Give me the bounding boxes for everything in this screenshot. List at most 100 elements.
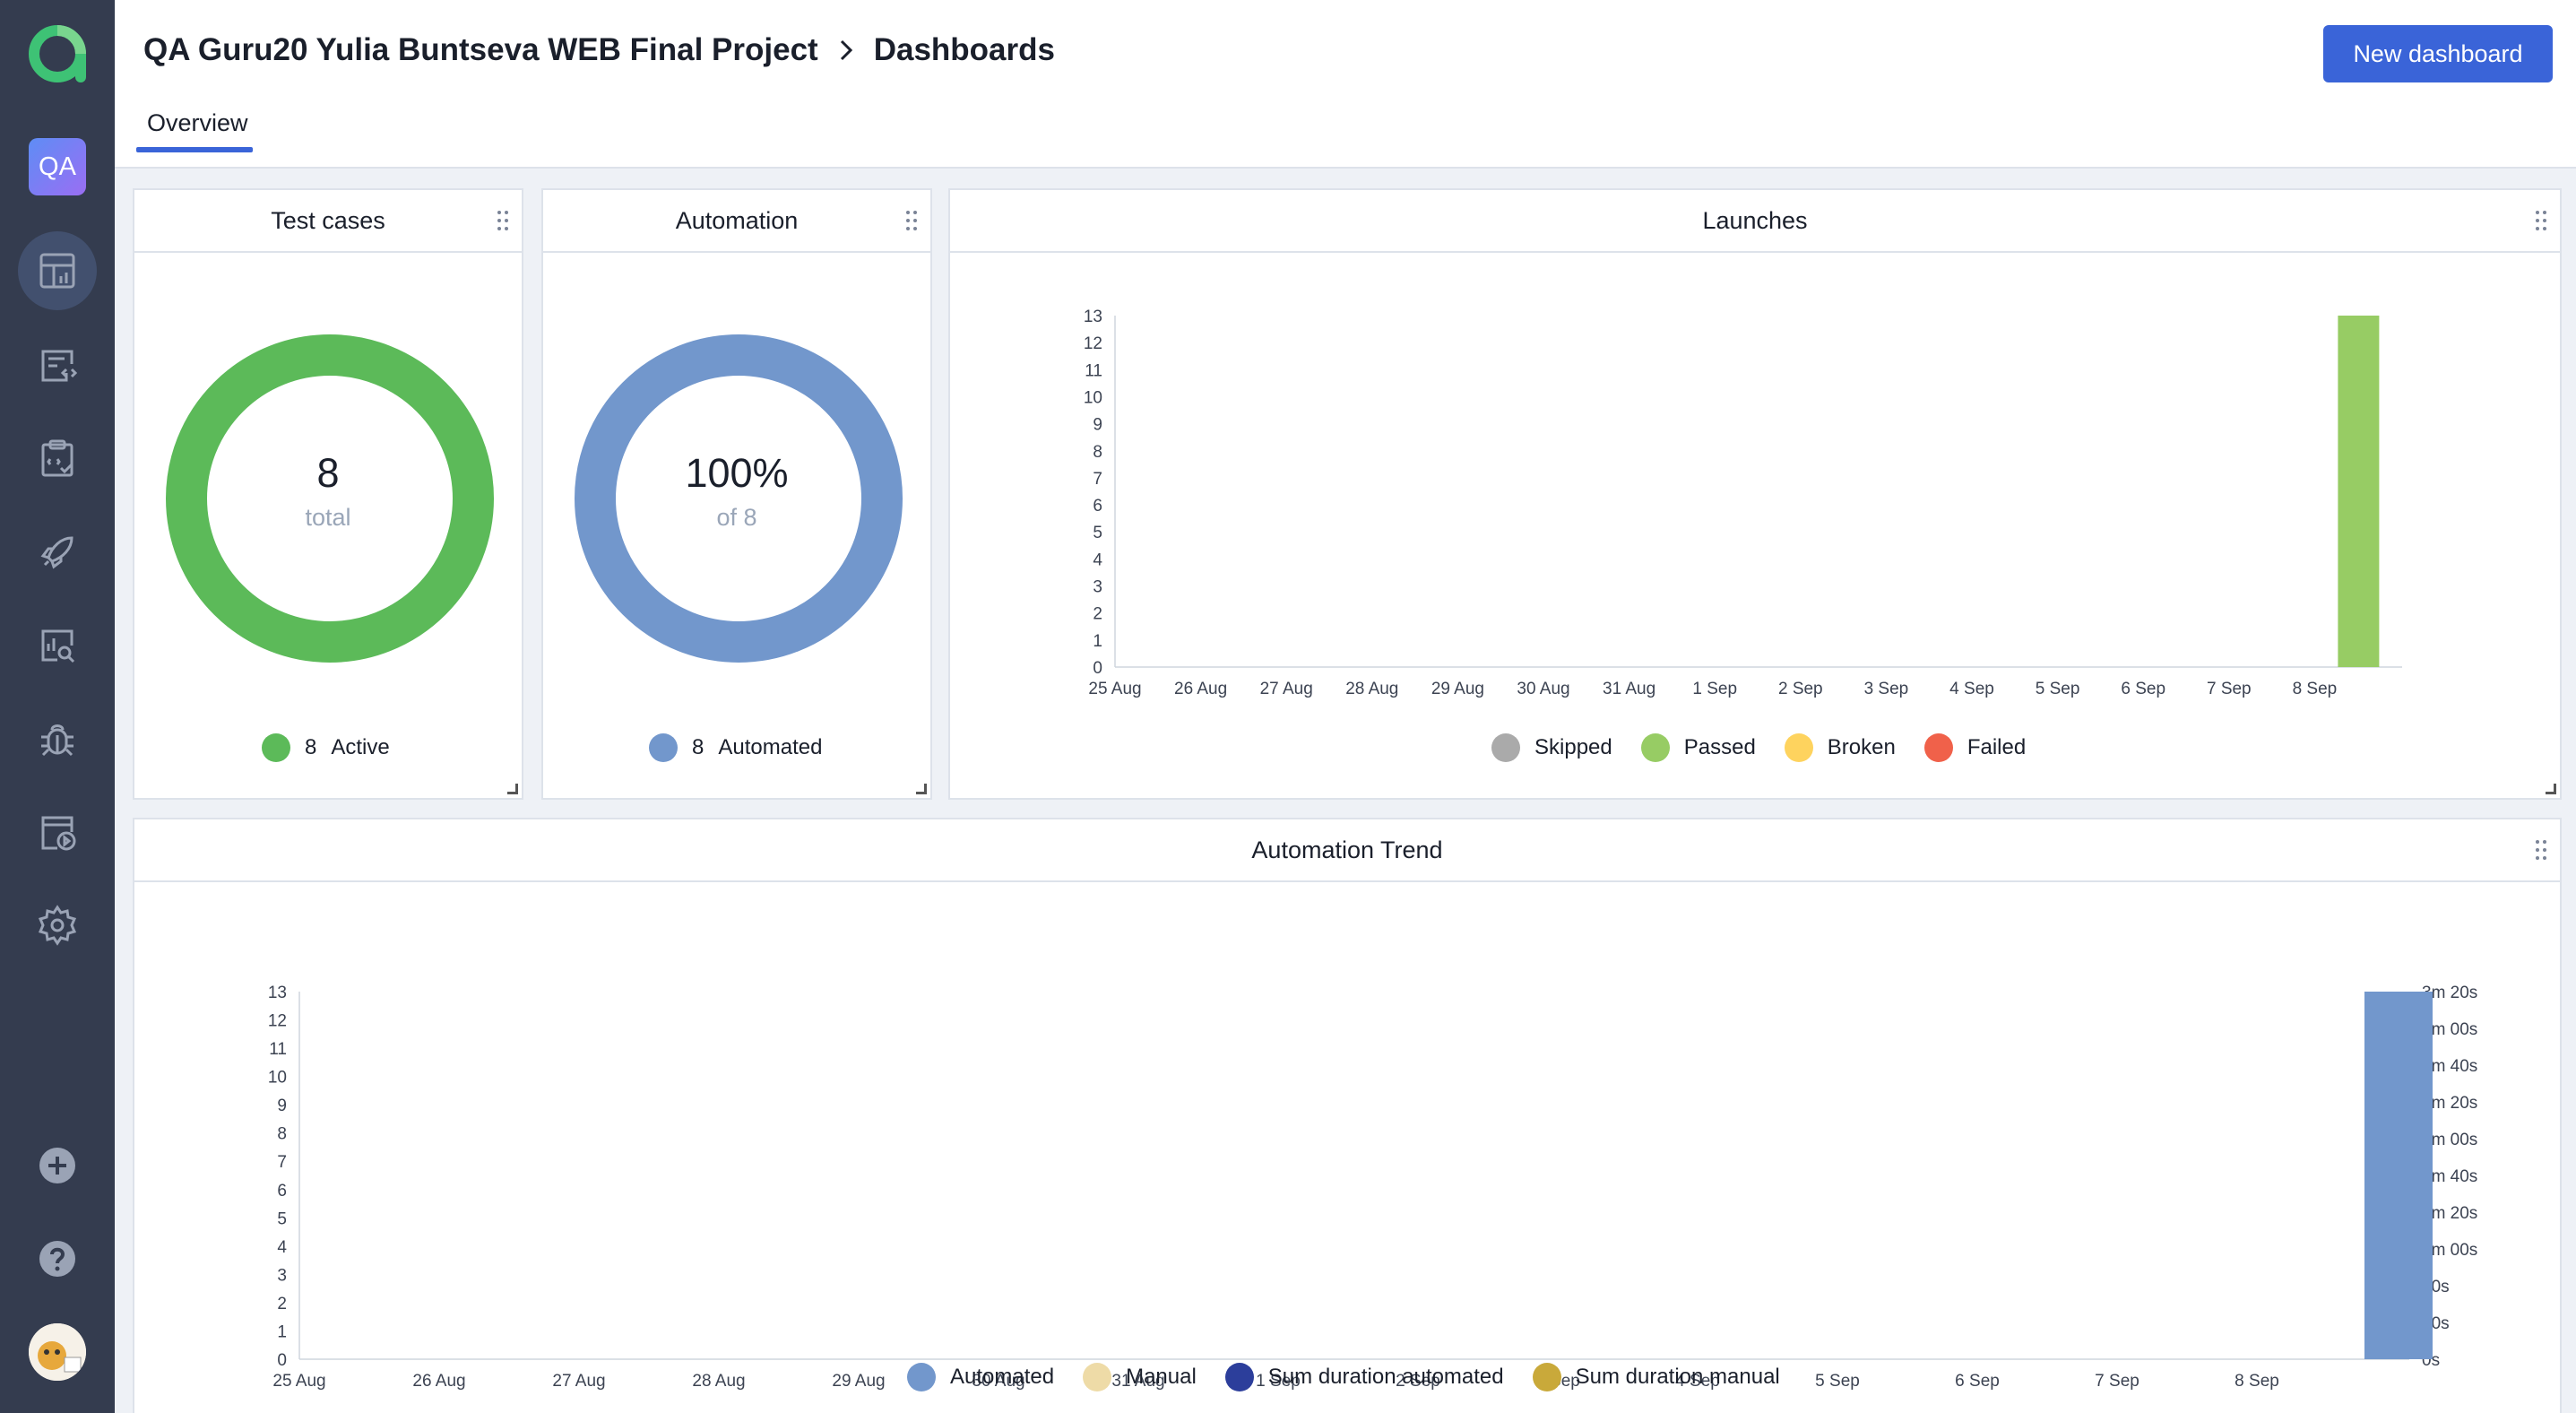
page-header: QA Guru20 Yulia Buntseva WEB Final Proje… <box>115 0 2576 169</box>
y-tick-label: 9 <box>1093 416 1102 435</box>
test-plans-icon <box>41 439 73 477</box>
breadcrumb: QA Guru20 Yulia Buntseva WEB Final Proje… <box>143 32 1055 68</box>
x-tick-label: 25 Aug <box>1088 680 1141 698</box>
y-tick-label: 10 <box>1084 388 1102 407</box>
launches-icon <box>40 536 73 569</box>
launches-chart: 01234567891011121325 Aug 26 Aug 27 Aug 28 A… <box>1084 308 2402 698</box>
x-tick-label: 31 Aug <box>1603 680 1655 698</box>
y-tick-label: 6 <box>1093 497 1102 516</box>
sidebar-item-add[interactable] <box>18 1126 97 1205</box>
legend: Automated Manual Sum duration automated Sum… <box>907 1363 1780 1391</box>
y-tick-label: 13 <box>1084 308 1102 326</box>
defects-icon <box>41 724 73 757</box>
y-tick-label: 2 <box>1093 605 1102 624</box>
legend-item-automated: 8 Automated <box>649 733 822 762</box>
x-tick-label: 3 Sep <box>1864 680 1909 698</box>
y-tick-label: 8 <box>277 1125 287 1144</box>
y-tick-label: 2 <box>277 1295 287 1313</box>
widget-automation-trend: Automation Trend 0 1 2 3 4 5 6 7 8 9 10 11 12 13 0s 20s… <box>133 818 2562 1413</box>
y-tick-label: 8 <box>1093 443 1102 462</box>
sidebar-item-settings[interactable] <box>18 886 97 965</box>
jobs-icon <box>41 816 76 851</box>
x-tick-label: 27 Aug <box>552 1372 605 1391</box>
legend-label: Manual <box>1126 1365 1197 1389</box>
y-tick-label: 4 <box>277 1238 287 1257</box>
analytics-icon <box>41 629 75 663</box>
legend-item-passed[interactable]: Passed <box>1640 733 1756 762</box>
avatar[interactable] <box>29 1323 86 1381</box>
legend-item-broken[interactable]: Broken <box>1784 733 1896 762</box>
x-tick-label: 30 Aug <box>1517 680 1569 698</box>
legend-item-skipped[interactable]: Skipped <box>1491 733 1612 762</box>
legend-dot <box>907 1363 936 1391</box>
resize-handle[interactable] <box>916 784 927 794</box>
legend-dot <box>1224 1363 1254 1391</box>
breadcrumb-project[interactable]: QA Guru20 Yulia Buntseva WEB Final Proje… <box>143 32 818 68</box>
total-count: 8 <box>316 450 340 496</box>
help-icon <box>39 1241 75 1277</box>
sidebar-item-analytics[interactable] <box>18 606 97 685</box>
y-tick-label: 12 <box>1084 334 1102 353</box>
y-tick-label: 3 <box>1093 578 1102 597</box>
x-tick-label: 29 Aug <box>1431 680 1484 698</box>
dashboards-icon <box>39 253 75 289</box>
legend-item-sum-duration-automated[interactable]: Sum duration automated <box>1224 1363 1504 1391</box>
drag-handle-icon[interactable] <box>905 210 918 231</box>
x-tick-label: 7 Sep <box>2207 680 2252 698</box>
automation-trend-chart: 0123456789101112130s20s40s1m 00s1m 20s1m… <box>268 984 2477 1391</box>
legend-label: Automated <box>718 735 823 759</box>
project-badge[interactable]: QA <box>29 138 86 195</box>
y-tick-label: 12 <box>268 1012 287 1031</box>
y-tick-label: 7 <box>277 1153 287 1172</box>
bar-automated <box>2364 992 2433 1359</box>
sidebar-item-test-plans[interactable] <box>18 420 97 498</box>
x-tick-label: 28 Aug <box>692 1372 745 1391</box>
y-tick-label: 5 <box>277 1209 287 1228</box>
allure-logo[interactable] <box>25 22 90 86</box>
y-tick-label: 4 <box>1093 550 1102 569</box>
legend-item-sum-duration-manual[interactable]: Sum duration manual <box>1532 1363 1780 1391</box>
sidebar-item-test-cases[interactable] <box>18 326 97 405</box>
chevron-right-icon <box>836 38 856 63</box>
legend-label: Broken <box>1827 735 1896 759</box>
resize-handle[interactable] <box>2546 784 2556 794</box>
legend-label: Automated <box>950 1365 1055 1389</box>
test-cases-icon <box>41 350 78 382</box>
automation-percent: 100% <box>685 450 789 496</box>
sidebar-item-launches[interactable] <box>18 513 97 592</box>
sidebar-item-help[interactable] <box>18 1219 97 1298</box>
y-tick-label: 11 <box>1085 361 1102 380</box>
donut-center: 100% of 8 <box>543 450 930 532</box>
y-tick-label: 13 <box>268 984 287 1002</box>
widget-title: Test cases <box>134 190 522 253</box>
tab-active-indicator <box>136 147 253 152</box>
y-tick-label: 10 <box>268 1069 287 1088</box>
settings-icon <box>38 905 77 946</box>
sidebar-item-dashboards[interactable] <box>18 231 97 310</box>
drag-handle-icon[interactable] <box>2535 839 2547 861</box>
legend-count: 8 <box>692 735 705 759</box>
sidebar-item-defects[interactable] <box>18 699 97 778</box>
y-tick-label: 1 <box>277 1322 287 1341</box>
x-tick-label: 8 Sep <box>2235 1372 2279 1391</box>
x-tick-label: 2 Sep <box>1778 680 1823 698</box>
drag-handle-icon[interactable] <box>2535 210 2547 231</box>
legend-item-active: 8 Active <box>262 733 390 762</box>
drag-handle-icon[interactable] <box>497 210 509 231</box>
x-tick-label: 6 Sep <box>1955 1372 2000 1391</box>
legend-item-failed[interactable]: Failed <box>1923 733 2027 762</box>
x-tick-label: 6 Sep <box>2121 680 2165 698</box>
resize-handle[interactable] <box>507 784 518 794</box>
legend-label: Failed <box>1967 735 2027 759</box>
breadcrumb-current: Dashboards <box>873 32 1055 67</box>
new-dashboard-button[interactable]: New dashboard <box>2323 25 2553 82</box>
legend-item-automated[interactable]: Automated <box>907 1363 1054 1391</box>
x-tick-label: 4 Sep <box>1949 680 1994 698</box>
x-tick-label: 28 Aug <box>1345 680 1398 698</box>
legend-label: Sum duration automated <box>1267 1365 1504 1389</box>
legend-label: Sum duration manual <box>1575 1365 1780 1389</box>
legend-item-manual[interactable]: Manual <box>1083 1363 1197 1391</box>
sidebar-item-jobs[interactable] <box>18 793 97 871</box>
legend-dot <box>649 733 678 762</box>
sidebar: QA <box>0 0 115 1413</box>
